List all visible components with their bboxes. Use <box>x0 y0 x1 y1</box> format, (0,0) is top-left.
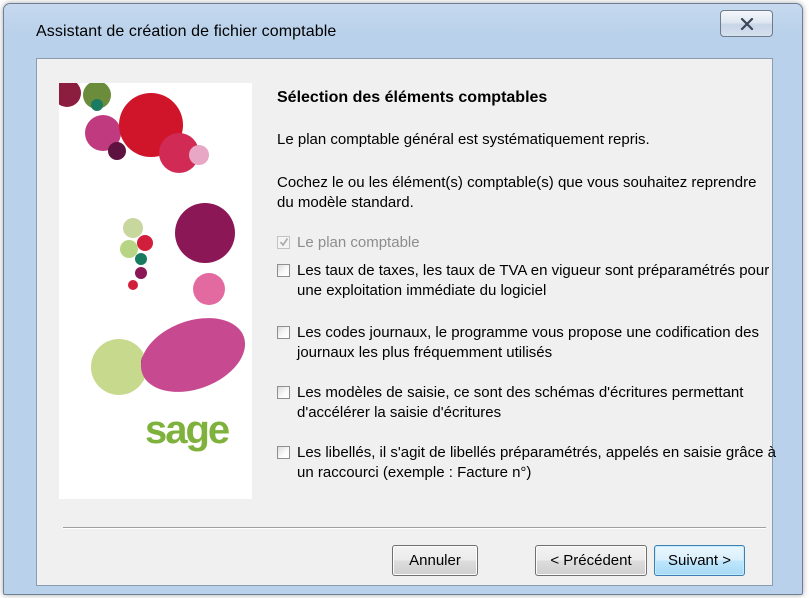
previous-button[interactable]: < Précédent <box>535 545 647 576</box>
checkbox-modeles-saisie[interactable] <box>277 386 290 399</box>
option-label: Les modèles de saisie, ce sont des schém… <box>297 384 744 421</box>
option-label: Le plan comptable <box>297 234 420 251</box>
checkbox-taux-taxes[interactable] <box>277 264 290 277</box>
next-button[interactable]: Suivant > <box>654 545 745 576</box>
close-icon <box>740 17 754 30</box>
sage-logo: sage <box>145 408 230 452</box>
separator-line <box>63 527 766 529</box>
instruction-text: Cochez le ou les élément(s) comptable(s)… <box>277 174 757 211</box>
option-codes-journaux[interactable]: Les codes journaux, le programme vous pr… <box>277 323 777 363</box>
title-bar[interactable]: Assistant de création de fichier comptab… <box>4 4 802 58</box>
cancel-button[interactable]: Annuler <box>392 545 478 576</box>
option-label: Les taux de taxes, les taux de TVA en vi… <box>297 262 770 299</box>
option-modeles-saisie[interactable]: Les modèles de saisie, ce sont des schém… <box>277 383 777 423</box>
checkmark-icon <box>279 238 289 247</box>
option-libelles[interactable]: Les libellés, il s'agit de libellés prép… <box>277 443 777 483</box>
wizard-body: sage Sélection des éléments comptables L… <box>36 58 776 586</box>
info-text: Le plan comptable général est systématiq… <box>277 131 650 148</box>
checkbox-libelles[interactable] <box>277 446 290 459</box>
wizard-window: Assistant de création de fichier comptab… <box>3 3 803 595</box>
checkbox-codes-journaux[interactable] <box>277 326 290 339</box>
option-plan-comptable: Le plan comptable <box>277 233 777 253</box>
checkbox-plan-comptable <box>277 236 290 249</box>
option-label: Les libellés, il s'agit de libellés prép… <box>297 444 776 481</box>
side-illustration: sage <box>59 83 252 499</box>
close-button[interactable] <box>720 10 773 37</box>
option-label: Les codes journaux, le programme vous pr… <box>297 324 759 361</box>
step-heading: Sélection des éléments comptables <box>277 89 548 106</box>
window-title: Assistant de création de fichier comptab… <box>36 23 337 40</box>
option-taux-taxes[interactable]: Les taux de taxes, les taux de TVA en vi… <box>277 261 777 301</box>
